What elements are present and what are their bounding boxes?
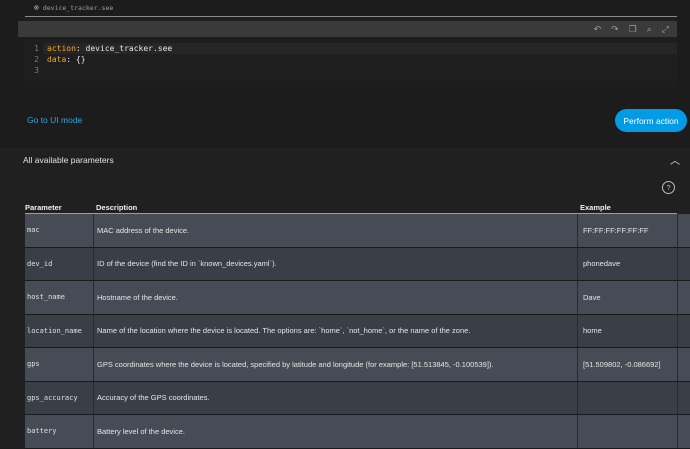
param-example: phonedave bbox=[583, 259, 621, 269]
table-header: Parameter Description Example bbox=[25, 200, 690, 214]
parameters-header[interactable]: All available parameters bbox=[23, 155, 114, 165]
help-icon[interactable]: ? bbox=[662, 181, 675, 194]
redo-icon[interactable]: ↷ bbox=[611, 24, 619, 34]
action-clear-icon[interactable]: ⊗ bbox=[34, 3, 39, 12]
table-row: mac MAC address of the device. FF:FF:FF:… bbox=[25, 214, 690, 248]
table-row: gps_accuracy Accuracy of the GPS coordin… bbox=[25, 381, 690, 415]
column-header: Example bbox=[580, 203, 611, 212]
line-number: 1 bbox=[34, 44, 39, 53]
table-row: location_name Name of the location where… bbox=[25, 314, 690, 348]
perform-action-button[interactable]: Perform action bbox=[615, 109, 687, 132]
param-example: home bbox=[583, 326, 602, 336]
column-divider bbox=[93, 381, 94, 414]
column-divider bbox=[577, 214, 578, 247]
column-divider bbox=[93, 314, 94, 347]
column-divider bbox=[577, 381, 578, 414]
go-to-ui-mode-link[interactable]: Go to UI mode bbox=[27, 115, 82, 125]
copy-icon[interactable]: ❐ bbox=[629, 24, 637, 34]
table-row: battery Battery level of the device. bbox=[25, 415, 690, 449]
column-divider bbox=[577, 247, 578, 280]
column-divider bbox=[677, 281, 678, 314]
table-row: gps GPS coordinates where the device is … bbox=[25, 348, 690, 382]
column-divider bbox=[677, 247, 678, 280]
column-divider bbox=[577, 314, 578, 347]
param-description: Hostname of the device. bbox=[97, 292, 178, 302]
parameters-table: Parameter Description Example mac MAC ad… bbox=[25, 200, 690, 449]
column-divider bbox=[677, 381, 678, 414]
column-divider bbox=[677, 348, 678, 381]
param-example: FF:FF:FF:FF:FF:FF bbox=[583, 225, 649, 235]
column-divider bbox=[577, 415, 578, 448]
column-divider bbox=[577, 348, 578, 381]
search-icon[interactable]: ⌕ bbox=[647, 24, 652, 34]
column-divider bbox=[577, 281, 578, 314]
line-number: 3 bbox=[34, 66, 39, 75]
param-example: [51.509802, -0.086692] bbox=[583, 359, 661, 369]
undo-icon[interactable]: ↶ bbox=[594, 24, 602, 34]
column-divider bbox=[677, 415, 678, 448]
yaml-key: data bbox=[47, 55, 67, 64]
column-divider bbox=[677, 214, 678, 247]
column-divider bbox=[93, 348, 94, 381]
param-description: ID of the device (find the ID in `known_… bbox=[97, 259, 277, 269]
param-description: Name of the location where the device is… bbox=[97, 326, 471, 336]
editor-toolbar: ↶ ↷ ❐ ⌕ ⤢ bbox=[18, 21, 677, 37]
action-chip-label: device_tracker.see bbox=[42, 3, 114, 12]
param-example: Dave bbox=[583, 292, 601, 302]
param-description: MAC address of the device. bbox=[97, 225, 190, 235]
yaml-value: device_tracker.see bbox=[85, 44, 173, 53]
expand-icon[interactable]: ⤢ bbox=[662, 24, 669, 34]
yaml-key: action bbox=[47, 44, 76, 53]
param-name: gps_accuracy bbox=[27, 393, 78, 402]
param-description: Accuracy of the GPS coordinates. bbox=[97, 393, 210, 403]
table-row: dev_id ID of the device (find the ID in … bbox=[25, 247, 690, 281]
param-description: GPS coordinates where the device is loca… bbox=[97, 359, 494, 369]
param-name: mac bbox=[27, 226, 40, 235]
line-number: 2 bbox=[34, 55, 39, 64]
param-name: host_name bbox=[27, 293, 65, 302]
column-header: Description bbox=[96, 203, 138, 212]
code-line[interactable] bbox=[47, 65, 677, 76]
param-name: location_name bbox=[27, 326, 82, 335]
column-divider bbox=[93, 214, 94, 247]
column-divider bbox=[677, 314, 678, 347]
code-lines[interactable]: action: device_tracker.see data: {} bbox=[43, 43, 677, 76]
param-example bbox=[580, 415, 680, 448]
yaml-value: {} bbox=[75, 55, 86, 64]
action-chip[interactable]: ⊗ device_tracker.see bbox=[34, 3, 113, 12]
column-divider bbox=[93, 415, 94, 448]
column-divider bbox=[93, 247, 94, 280]
code-line[interactable]: action: device_tracker.see bbox=[43, 43, 677, 54]
param-name: battery bbox=[27, 427, 57, 436]
chevron-up-icon[interactable]: ︿ bbox=[670, 152, 680, 167]
param-name: gps bbox=[27, 360, 40, 369]
column-divider bbox=[93, 281, 94, 314]
yaml-sep: : bbox=[75, 44, 86, 53]
line-number-gutter: 1 2 3 bbox=[25, 43, 39, 76]
yaml-sep: : bbox=[66, 55, 76, 64]
param-description: Battery level of the device. bbox=[97, 426, 185, 436]
column-header: Parameter bbox=[25, 203, 62, 212]
param-name: dev_id bbox=[27, 259, 53, 268]
yaml-code-editor[interactable]: 1 2 3 action: device_tracker.see data: {… bbox=[25, 41, 677, 85]
table-row: host_name Hostname of the device. Dave bbox=[25, 281, 690, 315]
code-line[interactable]: data: {} bbox=[47, 54, 677, 65]
param-example bbox=[580, 382, 680, 415]
